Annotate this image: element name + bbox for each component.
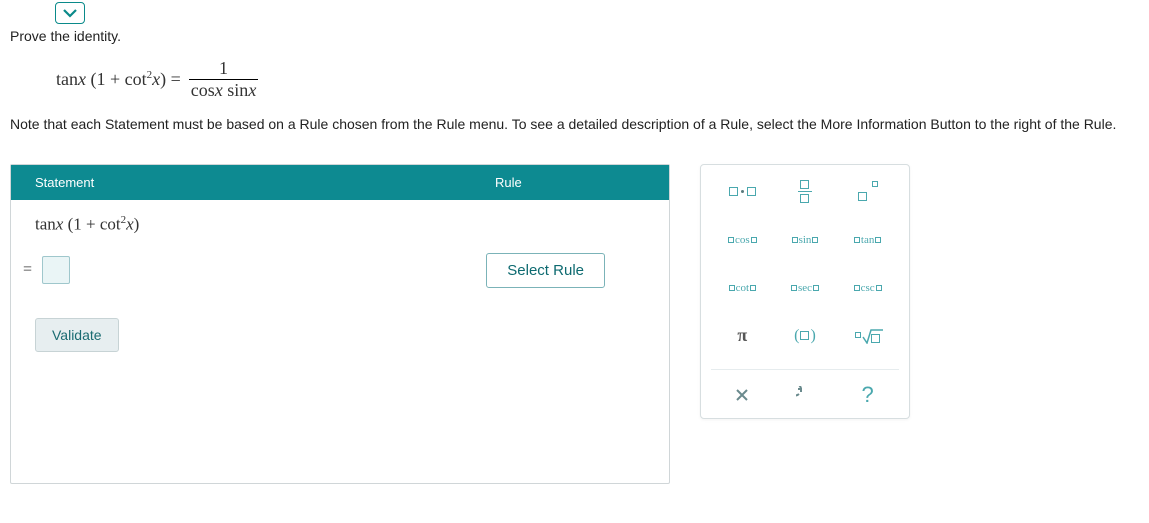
cos-button[interactable]: cos xyxy=(718,225,766,255)
validate-button[interactable]: Validate xyxy=(35,318,119,352)
instruction-note: Note that each Statement must be based o… xyxy=(10,115,1139,134)
fraction-template-button[interactable] xyxy=(781,177,829,207)
parentheses-button[interactable]: () xyxy=(781,321,829,351)
help-button[interactable]: ? xyxy=(847,380,889,410)
given-expression: tanx (1 + cot2x) xyxy=(11,200,669,253)
nth-root-button[interactable] xyxy=(844,321,892,351)
select-rule-button[interactable]: Select Rule xyxy=(486,253,605,288)
equation-lhs: tanx (1 + cot2x) = xyxy=(56,69,181,90)
proof-panel: Statement Rule tanx (1 + cot2x) = Select… xyxy=(10,164,670,484)
question-prompt: Prove the identity. tanx (1 + cot2x) = 1… xyxy=(0,24,1149,134)
equals-sign: = xyxy=(23,261,32,279)
fraction-numerator: 1 xyxy=(217,58,230,79)
sec-button[interactable]: sec xyxy=(781,273,829,303)
equation-rhs-fraction: 1 cosx sinx xyxy=(189,58,259,101)
header-statement: Statement xyxy=(11,165,471,200)
power-template-button[interactable] xyxy=(844,177,892,207)
undo-button[interactable] xyxy=(784,380,826,410)
symbol-palette: cos sin tan cot sec csc π xyxy=(700,164,910,419)
tan-button[interactable]: tan xyxy=(844,225,892,255)
header-rule: Rule xyxy=(471,165,669,200)
identity-equation: tanx (1 + cot2x) = 1 cosx sinx xyxy=(56,58,1139,101)
collapse-chevron[interactable] xyxy=(55,2,85,24)
cot-button[interactable]: cot xyxy=(718,273,766,303)
clear-button[interactable] xyxy=(721,380,763,410)
csc-button[interactable]: csc xyxy=(844,273,892,303)
pi-button[interactable]: π xyxy=(718,321,766,351)
prompt-title: Prove the identity. xyxy=(10,28,1139,44)
proof-header: Statement Rule xyxy=(11,165,669,200)
step-row: = Select Rule xyxy=(11,253,669,308)
fraction-denominator: cosx sinx xyxy=(189,80,259,101)
sin-button[interactable]: sin xyxy=(781,225,829,255)
multiply-template-button[interactable] xyxy=(718,177,766,207)
expression-input[interactable] xyxy=(42,256,70,284)
